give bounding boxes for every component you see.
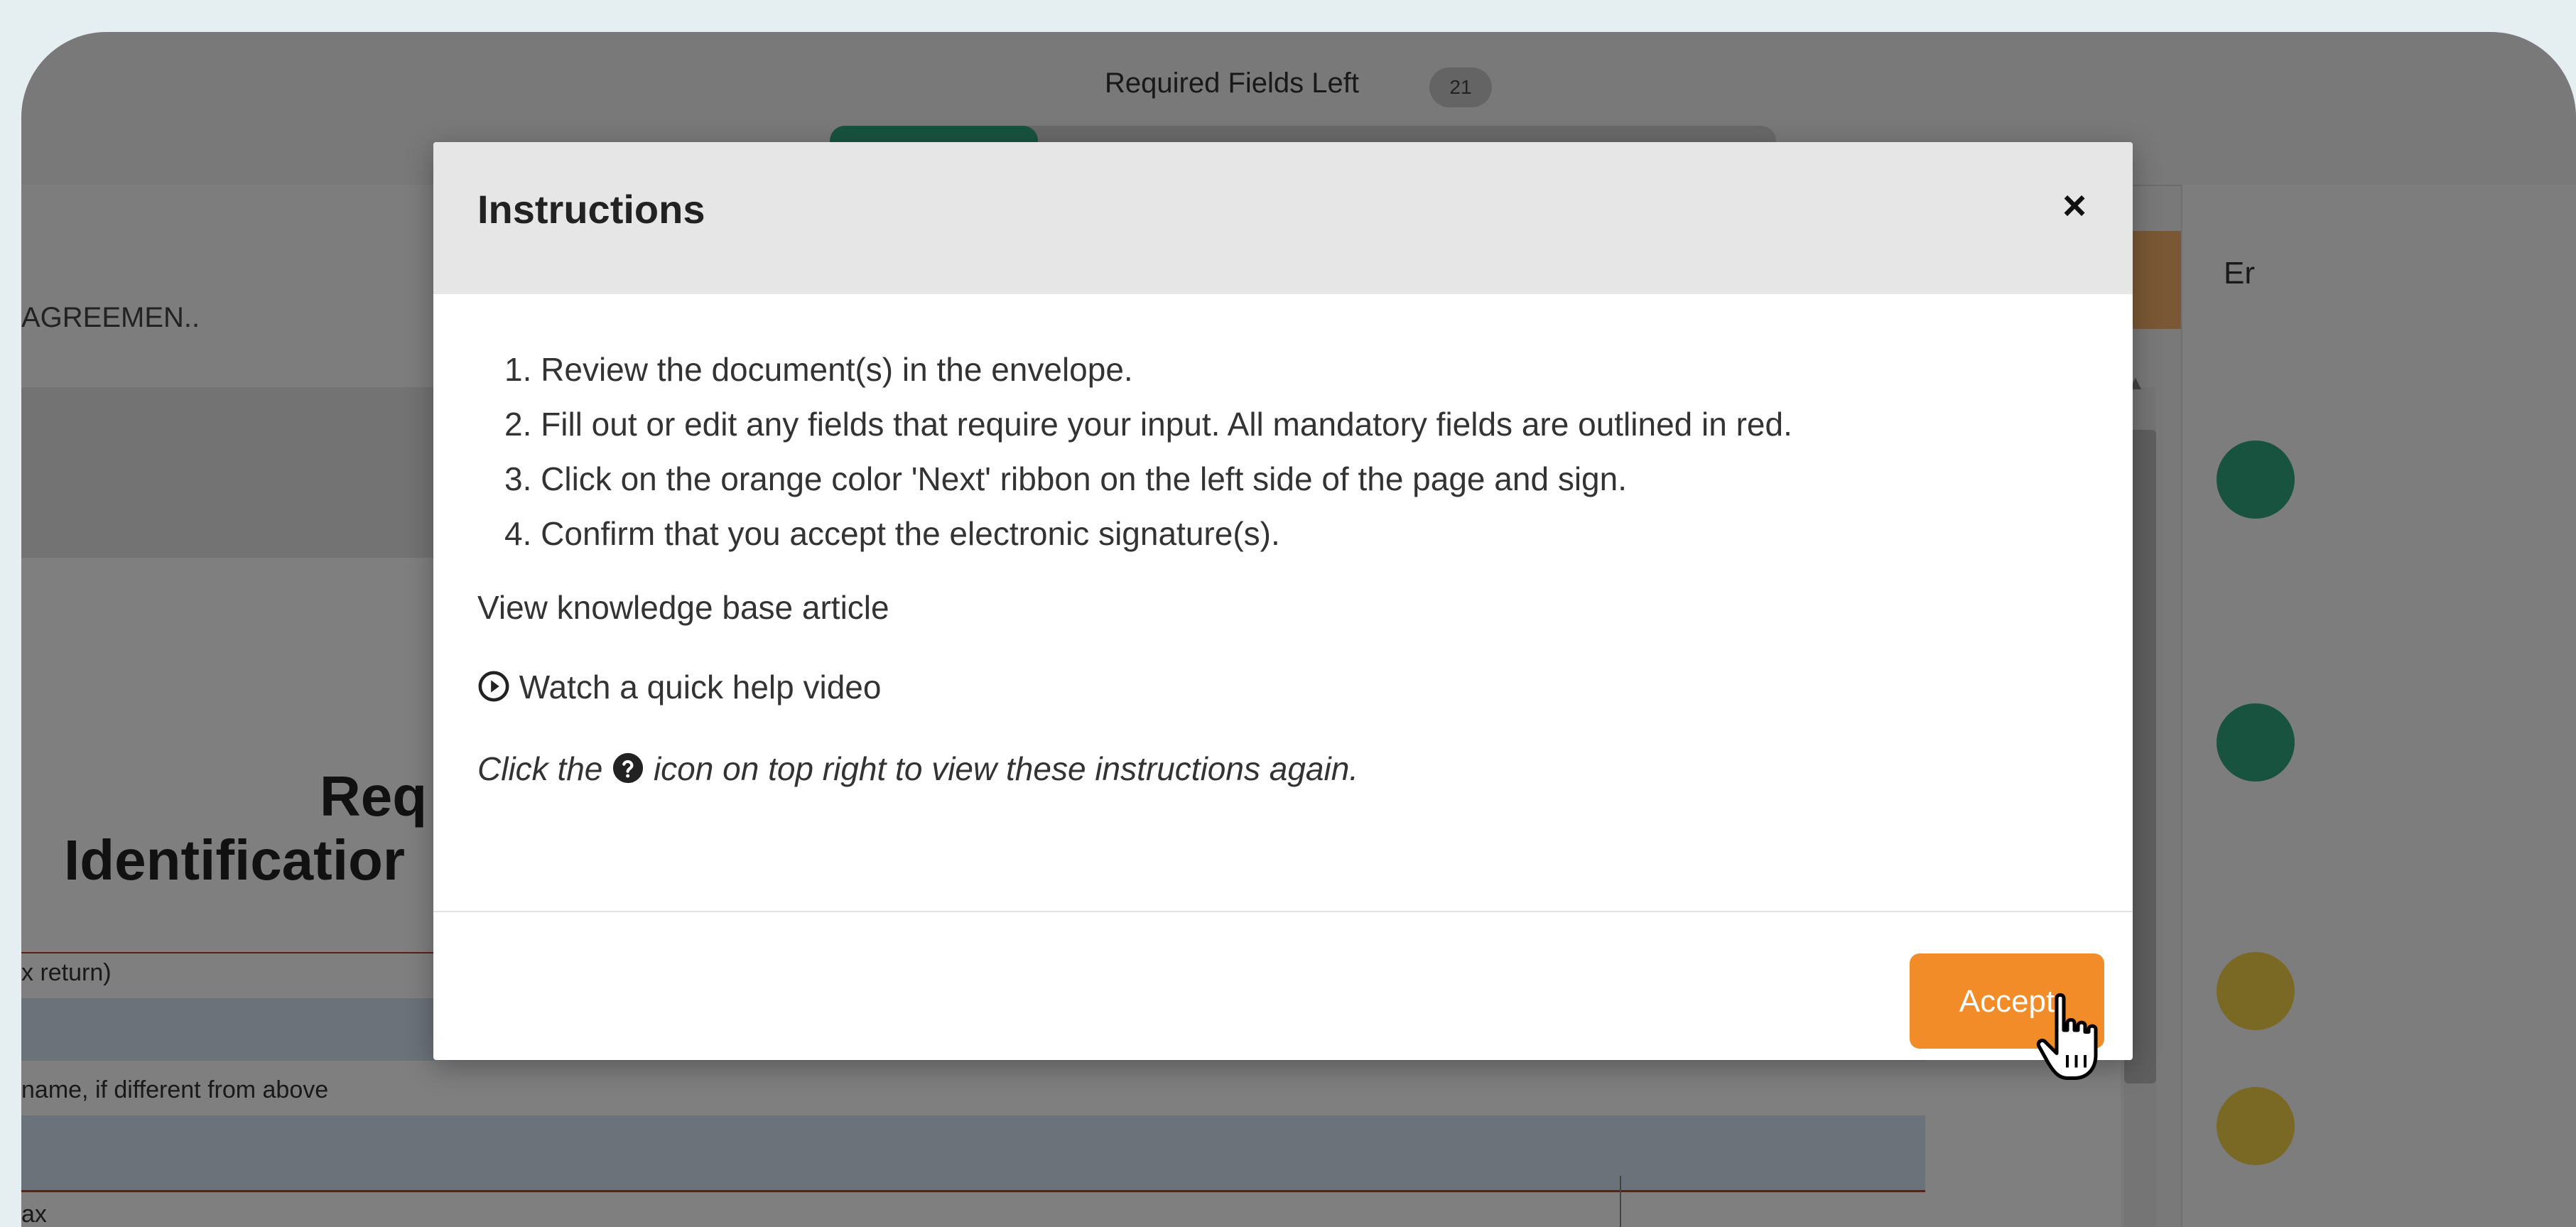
note-text-after: icon on top right to view these instruct… bbox=[653, 750, 1359, 787]
modal-footer-divider bbox=[433, 911, 2133, 912]
instruction-steps: 1. Review the document(s) in the envelop… bbox=[504, 342, 1792, 561]
play-circle-icon bbox=[477, 670, 510, 710]
modal-title: Instructions bbox=[477, 187, 705, 232]
instructions-modal: Instructions × 1. Review the document(s)… bbox=[433, 142, 2133, 1080]
instruction-step: 1. Review the document(s) in the envelop… bbox=[504, 351, 1133, 388]
instruction-step: 4. Confirm that you accept the electroni… bbox=[504, 515, 1280, 552]
instruction-step: 3. Click on the orange color 'Next' ribb… bbox=[504, 460, 1627, 497]
help-video-link[interactable]: Watch a quick help video bbox=[477, 668, 881, 710]
hand-pointer-icon bbox=[2036, 993, 2098, 1080]
close-icon[interactable]: × bbox=[2053, 185, 2096, 227]
instruction-step: 2. Fill out or edit any fields that requ… bbox=[504, 406, 1792, 443]
modal-header: Instructions × bbox=[433, 142, 2133, 294]
note-text-before: Click the bbox=[477, 750, 603, 787]
instructions-note: Click the icon on top right to view thes… bbox=[477, 750, 1358, 792]
question-circle-icon bbox=[612, 752, 644, 792]
help-video-label: Watch a quick help video bbox=[519, 669, 882, 706]
knowledge-base-link[interactable]: View knowledge base article bbox=[477, 588, 889, 627]
